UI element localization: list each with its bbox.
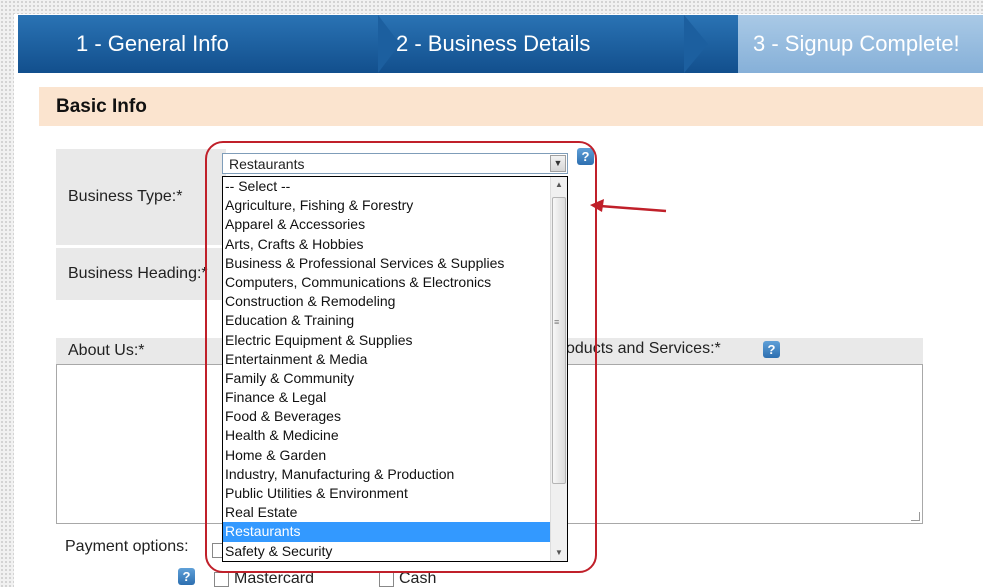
payment-help-icon[interactable]: ? — [178, 568, 195, 585]
page-frame-left — [0, 0, 14, 587]
wizard-step-1-arrow — [378, 15, 400, 73]
section-title: Basic Info — [39, 87, 983, 126]
highlight-callout — [205, 141, 597, 573]
wizard-step-3[interactable]: 3 - Signup Complete! — [708, 15, 983, 73]
mastercard-checkbox[interactable] — [214, 571, 229, 587]
resize-grip-icon[interactable] — [911, 512, 920, 521]
business-heading-label-text: Business Heading:* — [68, 265, 208, 282]
cash-checkbox[interactable] — [379, 571, 394, 587]
wizard-step-2[interactable]: 2 - Business Details — [348, 15, 738, 73]
products-services-help-icon[interactable]: ? — [763, 341, 780, 358]
red-arrow-icon — [590, 199, 667, 213]
wizard-steps: 3 - Signup Complete! 2 - Business Detail… — [18, 15, 983, 73]
wizard-step-1-label: 1 - General Info — [76, 31, 229, 56]
wizard-step-2-arrow — [684, 15, 708, 73]
business-type-label-text: Business Type:* — [68, 188, 183, 205]
wizard-step-1[interactable]: 1 - General Info — [18, 15, 378, 73]
wizard-step-3-label: 3 - Signup Complete! — [753, 31, 960, 56]
payment-options-label: Payment options: — [65, 538, 189, 555]
page-frame-top — [0, 0, 983, 14]
about-us-label: About Us:* — [56, 338, 226, 364]
wizard-step-2-label: 2 - Business Details — [396, 31, 591, 56]
about-us-label-text: About Us:* — [68, 342, 145, 359]
business-heading-label: Business Heading:* — [56, 248, 226, 300]
business-type-label: Business Type:* — [56, 149, 226, 245]
